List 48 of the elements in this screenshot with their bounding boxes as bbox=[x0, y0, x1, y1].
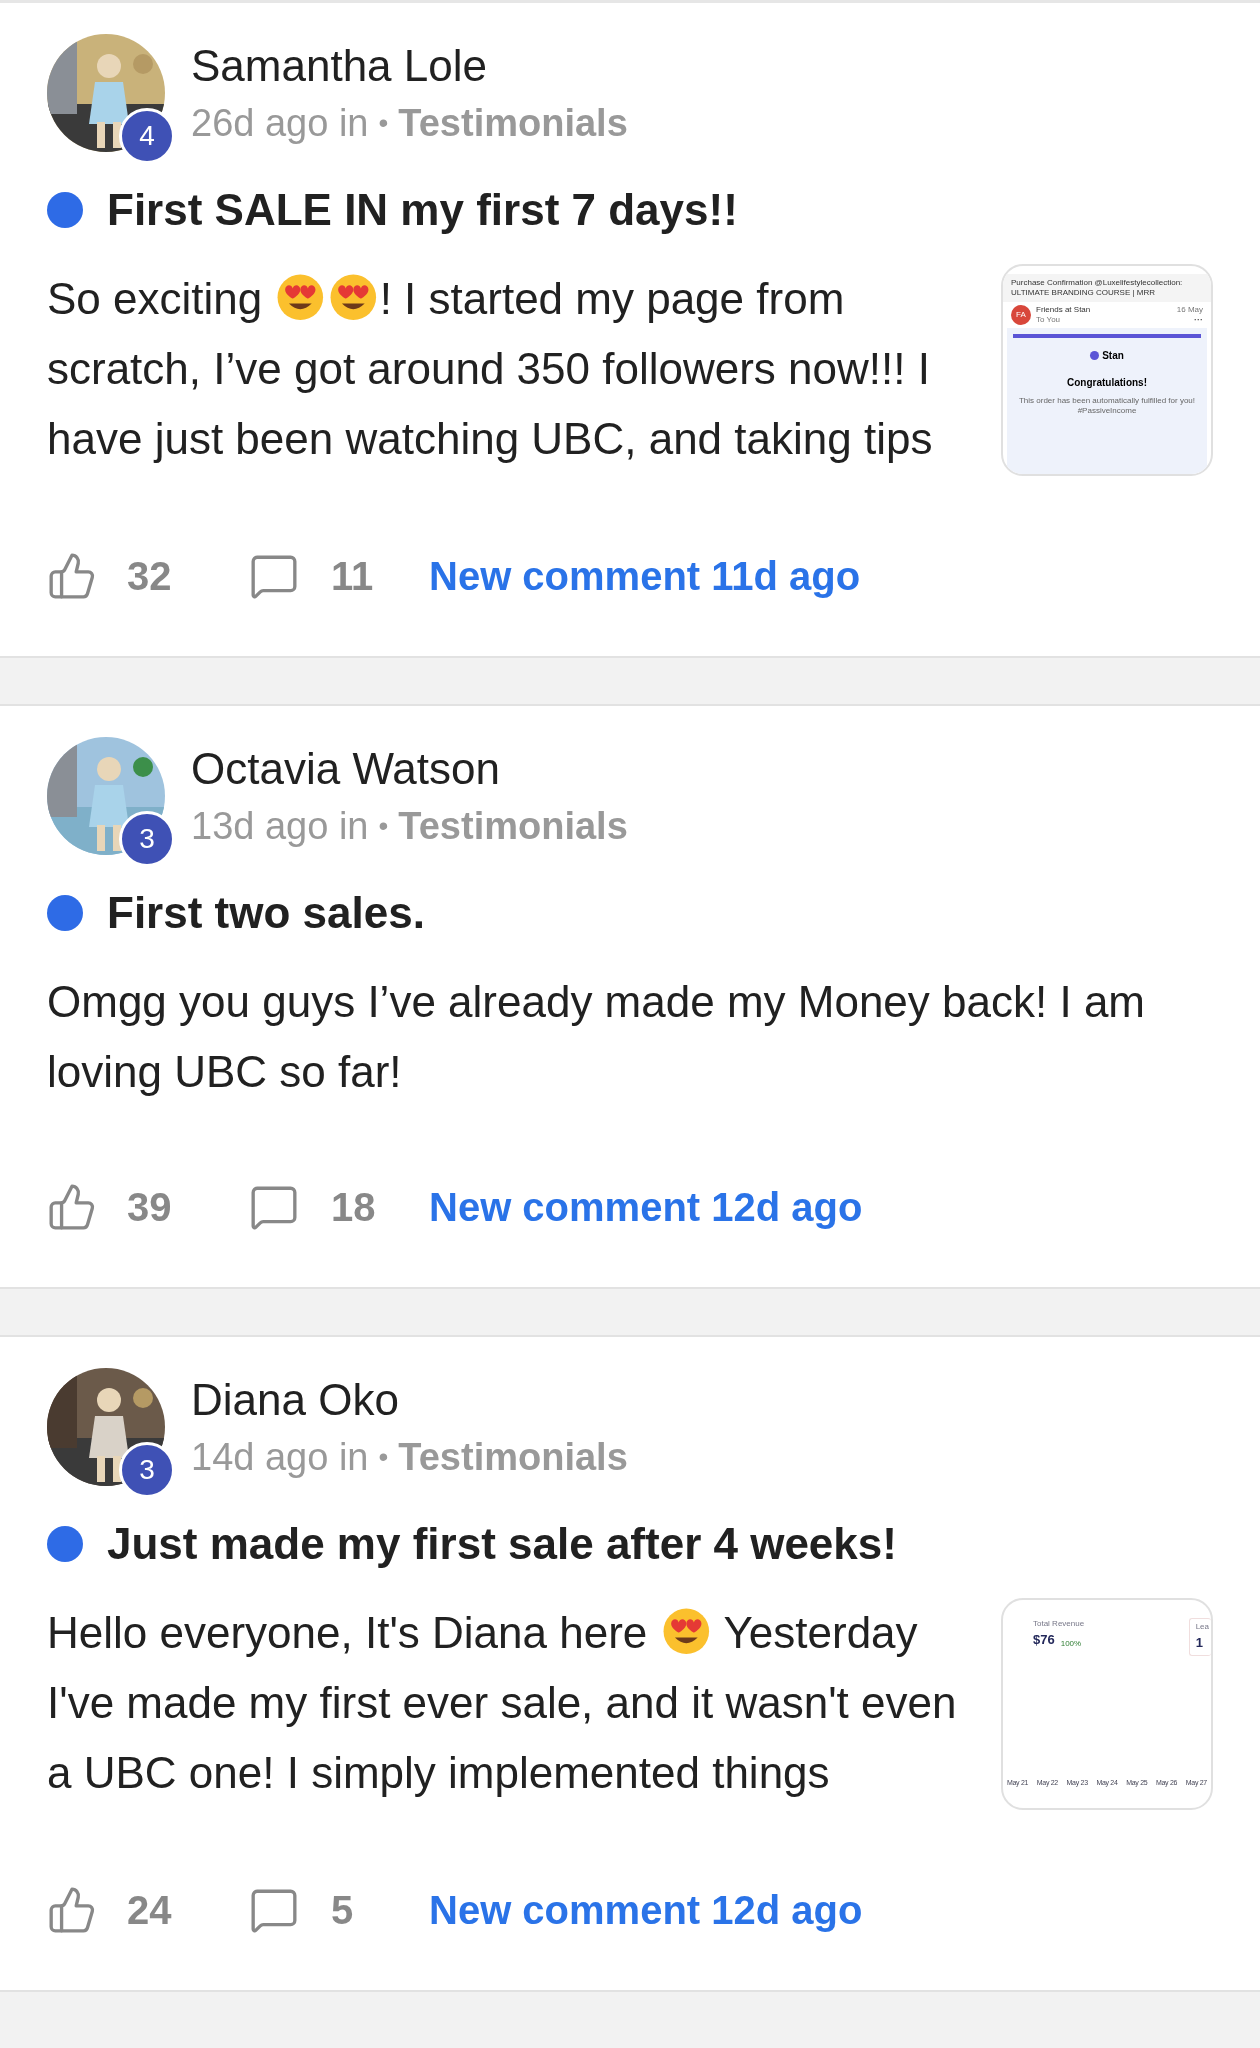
email-subject: Purchase Confirmation @Luxelifestylecollection: ULTIMATE BRANDING COURSE | MRR bbox=[1003, 274, 1211, 302]
bullet-separator: • bbox=[378, 106, 389, 140]
brand-name: Stan bbox=[1102, 349, 1124, 363]
like-count: 39 bbox=[127, 1184, 173, 1231]
post-time: 26d ago in bbox=[191, 101, 369, 146]
congratulations-heading: Congratulations! bbox=[1067, 376, 1147, 390]
brand-logo-icon bbox=[1090, 351, 1100, 360]
post-body: Omgg you guys I’ve already made my Money back! I am loving UBC so far! bbox=[47, 976, 1147, 1098]
hashtag: #PassiveIncome bbox=[1077, 406, 1137, 416]
level-badge: 3 bbox=[119, 1442, 175, 1498]
email-date: 16 May bbox=[1176, 305, 1203, 315]
sender-avatar: FA bbox=[1011, 305, 1031, 325]
revenue-value: $76 bbox=[1033, 1631, 1055, 1649]
post-title[interactable]: Just made my first sale after 4 weeks! bbox=[107, 1516, 897, 1572]
post-title[interactable]: First two sales. bbox=[107, 885, 425, 941]
level-badge: 3 bbox=[119, 811, 175, 867]
bullet-separator: • bbox=[378, 809, 389, 843]
like-count: 32 bbox=[127, 553, 173, 600]
like-count: 24 bbox=[127, 1887, 173, 1934]
author-name[interactable]: Samantha Lole bbox=[191, 40, 628, 92]
recipient-label: To You bbox=[1036, 315, 1062, 325]
leads-label: Lea bbox=[1195, 1621, 1209, 1633]
author-name[interactable]: Diana Oko bbox=[191, 1374, 628, 1426]
bullet-separator: • bbox=[378, 1440, 389, 1474]
leads-value: 1 bbox=[1195, 1634, 1204, 1652]
post-body: So exciting ! I started my page from scratch, I’ve got around 350 followers now!!! I have just been watching UBC, and taking tips bbox=[47, 271, 934, 465]
like-icon[interactable] bbox=[47, 1885, 97, 1935]
level-badge: 4 bbox=[119, 108, 175, 164]
more-label: ··· bbox=[1194, 315, 1203, 325]
heart-eyes-emoji-icon bbox=[328, 272, 379, 323]
email-screenshot[interactable] bbox=[1001, 264, 1213, 476]
post-time: 13d ago in bbox=[191, 804, 369, 849]
post-body: Hello everyone, It's Diana here Yesterday I've made my first ever sale, and it wasn't even a UBC one! I simply implemented things bbox=[47, 1605, 958, 1799]
comment-count: 5 bbox=[331, 1887, 355, 1934]
new-comment-link[interactable]: New comment 12d ago bbox=[429, 1880, 863, 1940]
revenue-label: Total Revenue bbox=[1033, 1618, 1085, 1630]
comment-count: 18 bbox=[331, 1184, 377, 1231]
new-comment-link[interactable]: New comment 11d ago bbox=[429, 546, 861, 606]
like-icon[interactable] bbox=[47, 551, 97, 601]
order-message: This order has been automatically fulfilled for you! bbox=[1018, 396, 1196, 406]
revenue-change: 100% bbox=[1060, 1637, 1082, 1650]
like-icon[interactable] bbox=[47, 1182, 97, 1232]
author-name[interactable]: Octavia Watson bbox=[191, 743, 628, 795]
post-time: 14d ago in bbox=[191, 1435, 369, 1480]
post-title[interactable]: First SALE IN my first 7 days!! bbox=[107, 182, 738, 238]
comment-count: 11 bbox=[331, 553, 375, 600]
sender-name: Friends at Stan bbox=[1036, 305, 1092, 315]
new-comment-link[interactable]: New comment 12d ago bbox=[429, 1177, 863, 1237]
